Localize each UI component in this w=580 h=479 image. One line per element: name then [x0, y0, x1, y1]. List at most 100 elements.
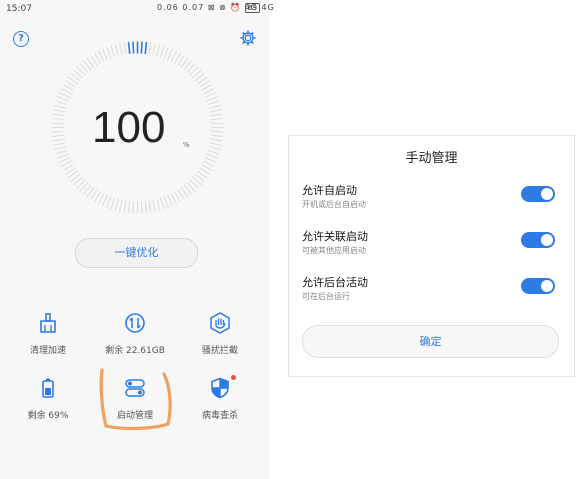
dial-tick: [140, 41, 143, 54]
battery-icon: [42, 378, 54, 398]
dial-tick: [140, 201, 143, 214]
dial-tick: [206, 153, 218, 159]
dial-tick: [53, 142, 66, 146]
dial-tick: [152, 43, 156, 56]
dial-tick: [207, 149, 220, 155]
dial-tick: [156, 44, 161, 57]
setting-row-associated-launch: 允许关联启动 可被其他应用启动: [302, 228, 562, 262]
dial-tick: [52, 138, 65, 142]
toggle-knob: [541, 188, 553, 200]
dial-tick: [167, 48, 173, 61]
toggle-knob: [541, 234, 553, 246]
dial-tick: [102, 48, 108, 61]
help-icon[interactable]: ?: [13, 31, 29, 47]
optimize-button[interactable]: 一键优化: [75, 238, 198, 268]
dial-tick: [208, 104, 221, 109]
dial-tick: [148, 200, 152, 213]
dial-tick: [54, 146, 67, 151]
dial-tick: [163, 196, 169, 208]
setting-subtitle: 开机或后台自启动: [302, 200, 366, 209]
dial-tick: [152, 199, 156, 212]
dial-tick: [57, 153, 69, 159]
dial-tick: [51, 122, 64, 125]
status-time: 15:07: [6, 4, 32, 14]
dial-tick: [167, 194, 173, 207]
dial-tick: [170, 50, 178, 62]
dial-tick: [54, 104, 67, 109]
dial-tick: [170, 193, 178, 205]
tool-label: 剩余 22.61GB: [105, 346, 165, 356]
dial-tick: [52, 113, 65, 117]
dial-tick: [204, 157, 217, 163]
dial-tick: [208, 146, 221, 151]
dial-tick: [211, 117, 224, 121]
tool-cleanup[interactable]: 清理加速: [8, 312, 88, 356]
shield-icon: [211, 377, 229, 399]
tool-label: 剩余 69%: [27, 411, 69, 421]
tool-label: 清理加速: [29, 346, 66, 356]
annotation-circle: [99, 368, 172, 431]
dial-tick: [58, 92, 71, 98]
dial-tick: [119, 199, 123, 212]
dial-tick: [148, 42, 152, 55]
dial-tick: [53, 109, 66, 113]
setting-title: 允许关联启动: [302, 230, 368, 243]
tool-label: 骚扰拦截: [201, 346, 238, 356]
score-value: 100: [92, 103, 166, 152]
dial-tick: [55, 100, 68, 106]
dial-tick: [119, 43, 123, 56]
dial-tick: [211, 134, 224, 138]
dial-tick: [58, 157, 71, 163]
tool-virus-scan[interactable]: 病毒查杀: [180, 377, 260, 421]
tool-block[interactable]: 骚扰拦截: [180, 312, 260, 356]
dial-tick: [123, 42, 127, 55]
dial-tick: [55, 149, 68, 155]
setting-title: 允许后台活动: [302, 276, 368, 289]
confirm-button[interactable]: 确定: [302, 325, 559, 358]
dial-tick: [163, 47, 169, 59]
dial-tick: [159, 197, 165, 210]
setting-row-background: 允许后台活动 可在后台运行: [302, 274, 562, 308]
dial-tick: [211, 122, 224, 125]
dial-tick: [206, 96, 218, 102]
dial-tick: [204, 92, 217, 98]
dial-tick: [127, 201, 131, 214]
dialog-title: 手动管理: [405, 151, 458, 166]
gear-icon[interactable]: [240, 30, 256, 46]
dial-tick: [203, 87, 215, 95]
status-bar: 15:07 0.06 0.07 ⊠ ⊗ ⏰ 4G 4G 69: [0, 0, 274, 18]
associated-launch-toggle[interactable]: [521, 232, 555, 248]
hand-icon: [210, 312, 230, 334]
dial-tick: [102, 194, 108, 207]
dial-tick: [159, 45, 165, 58]
manual-management-dialog: 手动管理 允许自启动 开机或后台自启动 允许关联启动 可被其他应用启动 允许后台…: [288, 135, 575, 377]
dial-tick: [123, 200, 127, 213]
dial-tick: [97, 193, 105, 205]
dial-tick: [209, 109, 222, 113]
dial-tick: [156, 198, 161, 211]
setting-title: 允许自启动: [302, 184, 357, 197]
score-unit: %: [183, 141, 190, 149]
background-activity-toggle[interactable]: [521, 278, 555, 294]
dial-tick: [209, 142, 222, 146]
dial-tick: [207, 100, 220, 106]
dial-tick: [114, 44, 119, 57]
phone-manager-screen: 15:07 0.06 0.07 ⊠ ⊗ ⏰ 4G 4G 69 ? 100 % 一…: [0, 0, 274, 479]
setting-subtitle: 可在后台运行: [302, 292, 350, 301]
dial-tick: [106, 47, 112, 59]
dial-tick: [110, 45, 116, 58]
toggle-knob: [541, 280, 553, 292]
dial-tick: [60, 160, 72, 168]
dial-tick: [97, 50, 105, 62]
tool-battery[interactable]: 剩余 69%: [8, 377, 88, 421]
tool-label: 病毒查杀: [201, 411, 238, 421]
dial-tick: [144, 41, 148, 54]
autostart-toggle[interactable]: [521, 186, 555, 202]
dial-tick: [106, 196, 112, 208]
dial-tick: [114, 198, 119, 211]
dial-tick: [51, 134, 64, 138]
notification-badge: [231, 375, 236, 380]
dial-tick: [127, 41, 131, 54]
tool-storage[interactable]: 剩余 22.61GB: [95, 312, 175, 356]
storage-icon: [125, 313, 145, 333]
